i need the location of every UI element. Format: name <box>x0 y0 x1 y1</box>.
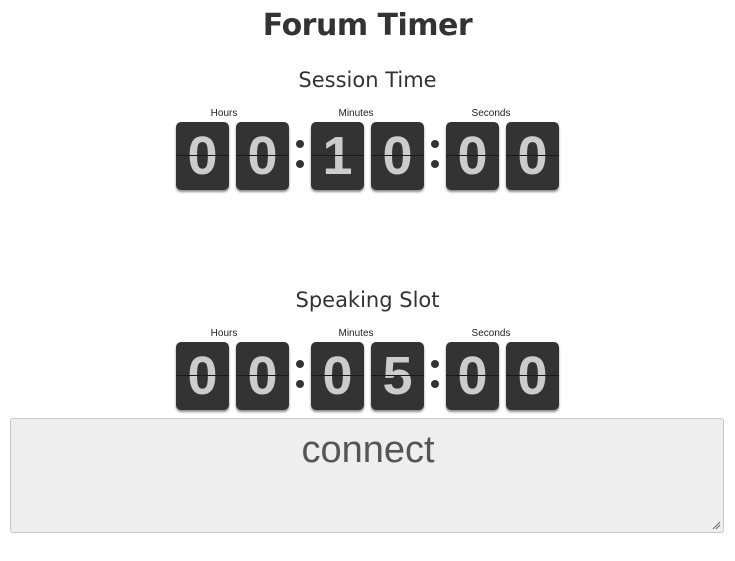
digit-glyph: 0 <box>247 126 278 186</box>
page-title: Forum Timer <box>262 8 473 43</box>
connect-textarea[interactable]: connect <box>10 418 724 533</box>
colon-separator <box>296 358 304 398</box>
seconds-ones-digit: 0 <box>506 342 559 410</box>
digit-glyph: 0 <box>382 126 413 186</box>
digit-glyph: 0 <box>517 346 548 406</box>
colon-separator <box>431 358 439 398</box>
colon-separator <box>296 138 304 178</box>
seconds-tens-digit: 0 <box>446 342 499 410</box>
speaking-slot-title: Speaking Slot <box>295 288 440 312</box>
seconds-label: Seconds <box>471 328 511 339</box>
minutes-ones-digit: 0 <box>371 122 424 190</box>
hours-tens-digit: 0 <box>176 342 229 410</box>
digit-glyph: 5 <box>382 346 413 406</box>
session-time-title: Session Time <box>298 68 437 92</box>
hours-ones-digit: 0 <box>236 342 289 410</box>
seconds-tens-digit: 0 <box>446 122 499 190</box>
digit-glyph: 1 <box>322 126 353 186</box>
session-time-clock: Hours Minutes Seconds 0 0 1 0 0 0 <box>176 108 561 192</box>
minutes-label: Minutes <box>338 328 374 339</box>
minutes-ones-digit: 5 <box>371 342 424 410</box>
speaking-slot-clock: Hours Minutes Seconds 0 0 0 5 0 0 <box>176 328 561 412</box>
minutes-tens-digit: 1 <box>311 122 364 190</box>
digit-glyph: 0 <box>187 346 218 406</box>
hours-label: Hours <box>210 328 238 339</box>
hours-tens-digit: 0 <box>176 122 229 190</box>
colon-separator <box>431 138 439 178</box>
digit-glyph: 0 <box>187 126 218 186</box>
digit-glyph: 0 <box>457 346 488 406</box>
digit-glyph: 0 <box>322 346 353 406</box>
connect-text: connect <box>301 429 435 471</box>
hours-ones-digit: 0 <box>236 122 289 190</box>
seconds-label: Seconds <box>471 108 511 119</box>
hours-label: Hours <box>210 108 238 119</box>
digit-glyph: 0 <box>517 126 548 186</box>
minutes-tens-digit: 0 <box>311 342 364 410</box>
digit-glyph: 0 <box>457 126 488 186</box>
digit-glyph: 0 <box>247 346 278 406</box>
resize-grip-icon[interactable] <box>711 520 721 530</box>
minutes-label: Minutes <box>338 108 374 119</box>
seconds-ones-digit: 0 <box>506 122 559 190</box>
